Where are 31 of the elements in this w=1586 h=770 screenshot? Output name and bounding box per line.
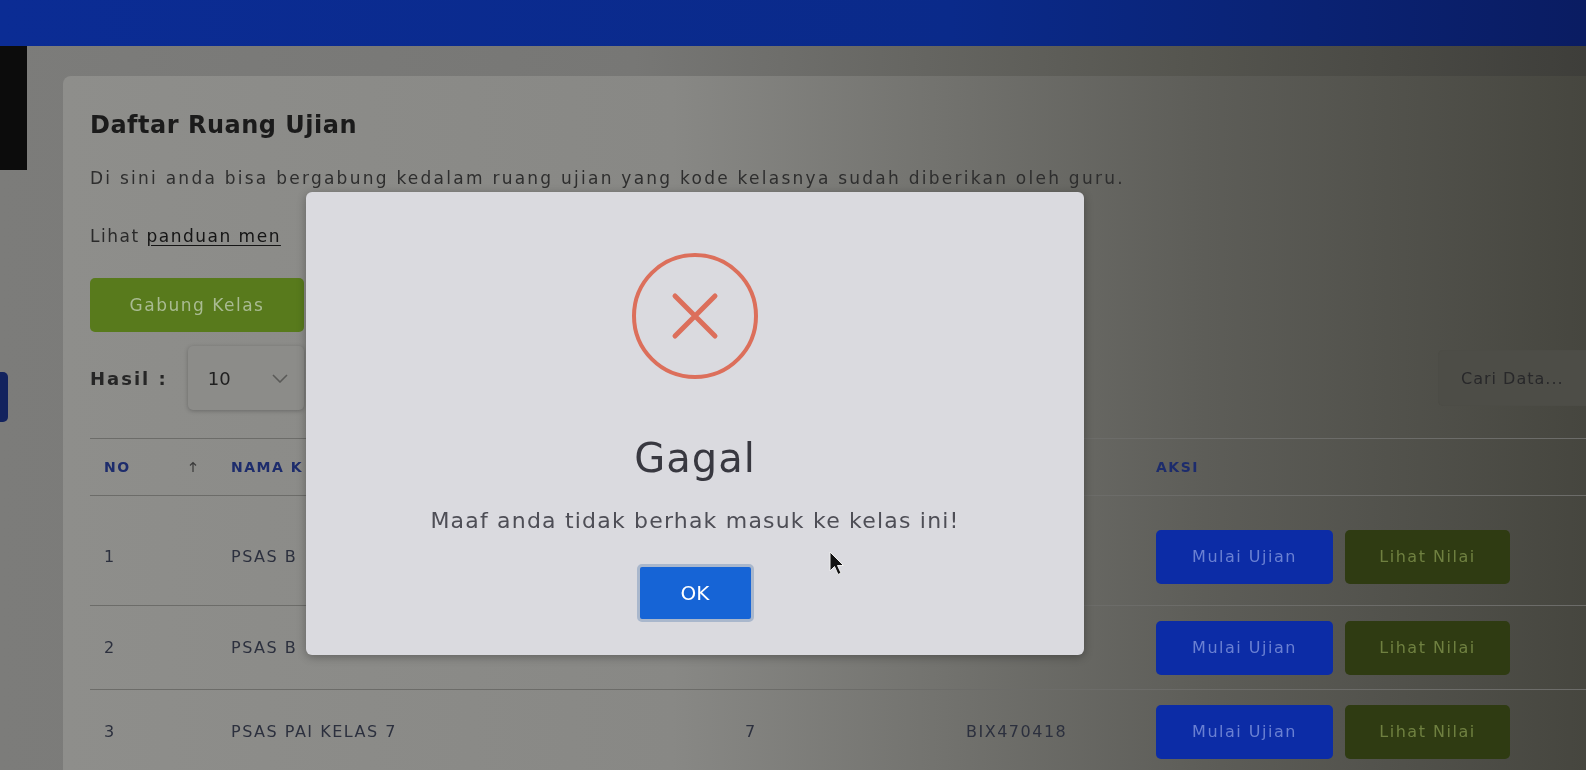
page-title: Daftar Ruang Ujian (90, 110, 359, 140)
dialog-title: Gagal (634, 434, 756, 482)
error-circle-icon (631, 252, 759, 380)
table-cell: 2 (104, 638, 116, 657)
column-header: NAMA K (231, 459, 304, 475)
mouse-pointer-icon (829, 551, 845, 576)
start-exam-button[interactable]: Mulai Ujian (1156, 620, 1333, 675)
table-cell: 1 (104, 547, 116, 566)
results-label: Hasil : (90, 367, 168, 389)
table-cell: PSAS B (231, 547, 298, 566)
view-score-button[interactable]: Lihat Nilai (1345, 704, 1510, 759)
ok-button[interactable]: OK (636, 564, 754, 622)
table-cell: 7 (745, 722, 757, 741)
view-score-button[interactable]: Lihat Nilai (1345, 620, 1510, 675)
table-cell: PSAS B (231, 638, 298, 657)
dialog-message: Maaf anda tidak berhak masuk ke kelas ini! (430, 507, 960, 535)
view-score-button[interactable]: Lihat Nilai (1345, 529, 1510, 584)
table-cell: BIX470418 (966, 722, 1068, 741)
table-cell: 3 (104, 722, 116, 741)
table-cell: PSAS PAI KELAS 7 (231, 722, 397, 741)
guide-link[interactable]: panduan men (146, 226, 281, 246)
join-class-button[interactable]: Gabung Kelas (90, 278, 304, 332)
start-exam-button[interactable]: Mulai Ujian (1156, 704, 1333, 759)
sort-arrow-icon[interactable] (188, 461, 197, 473)
sidebar-tab[interactable] (0, 372, 8, 422)
column-header: NO (104, 459, 131, 475)
start-exam-button[interactable]: Mulai Ujian (1156, 529, 1333, 584)
results-select[interactable]: 10 (187, 346, 304, 410)
chevron-down-icon (271, 373, 288, 383)
description-text: Di sini anda bisa bergabung kedalam ruang ujian yang kode kelasnya sudah diberikan oleh guru. (90, 168, 1126, 188)
column-header: AKSI (1156, 459, 1199, 475)
